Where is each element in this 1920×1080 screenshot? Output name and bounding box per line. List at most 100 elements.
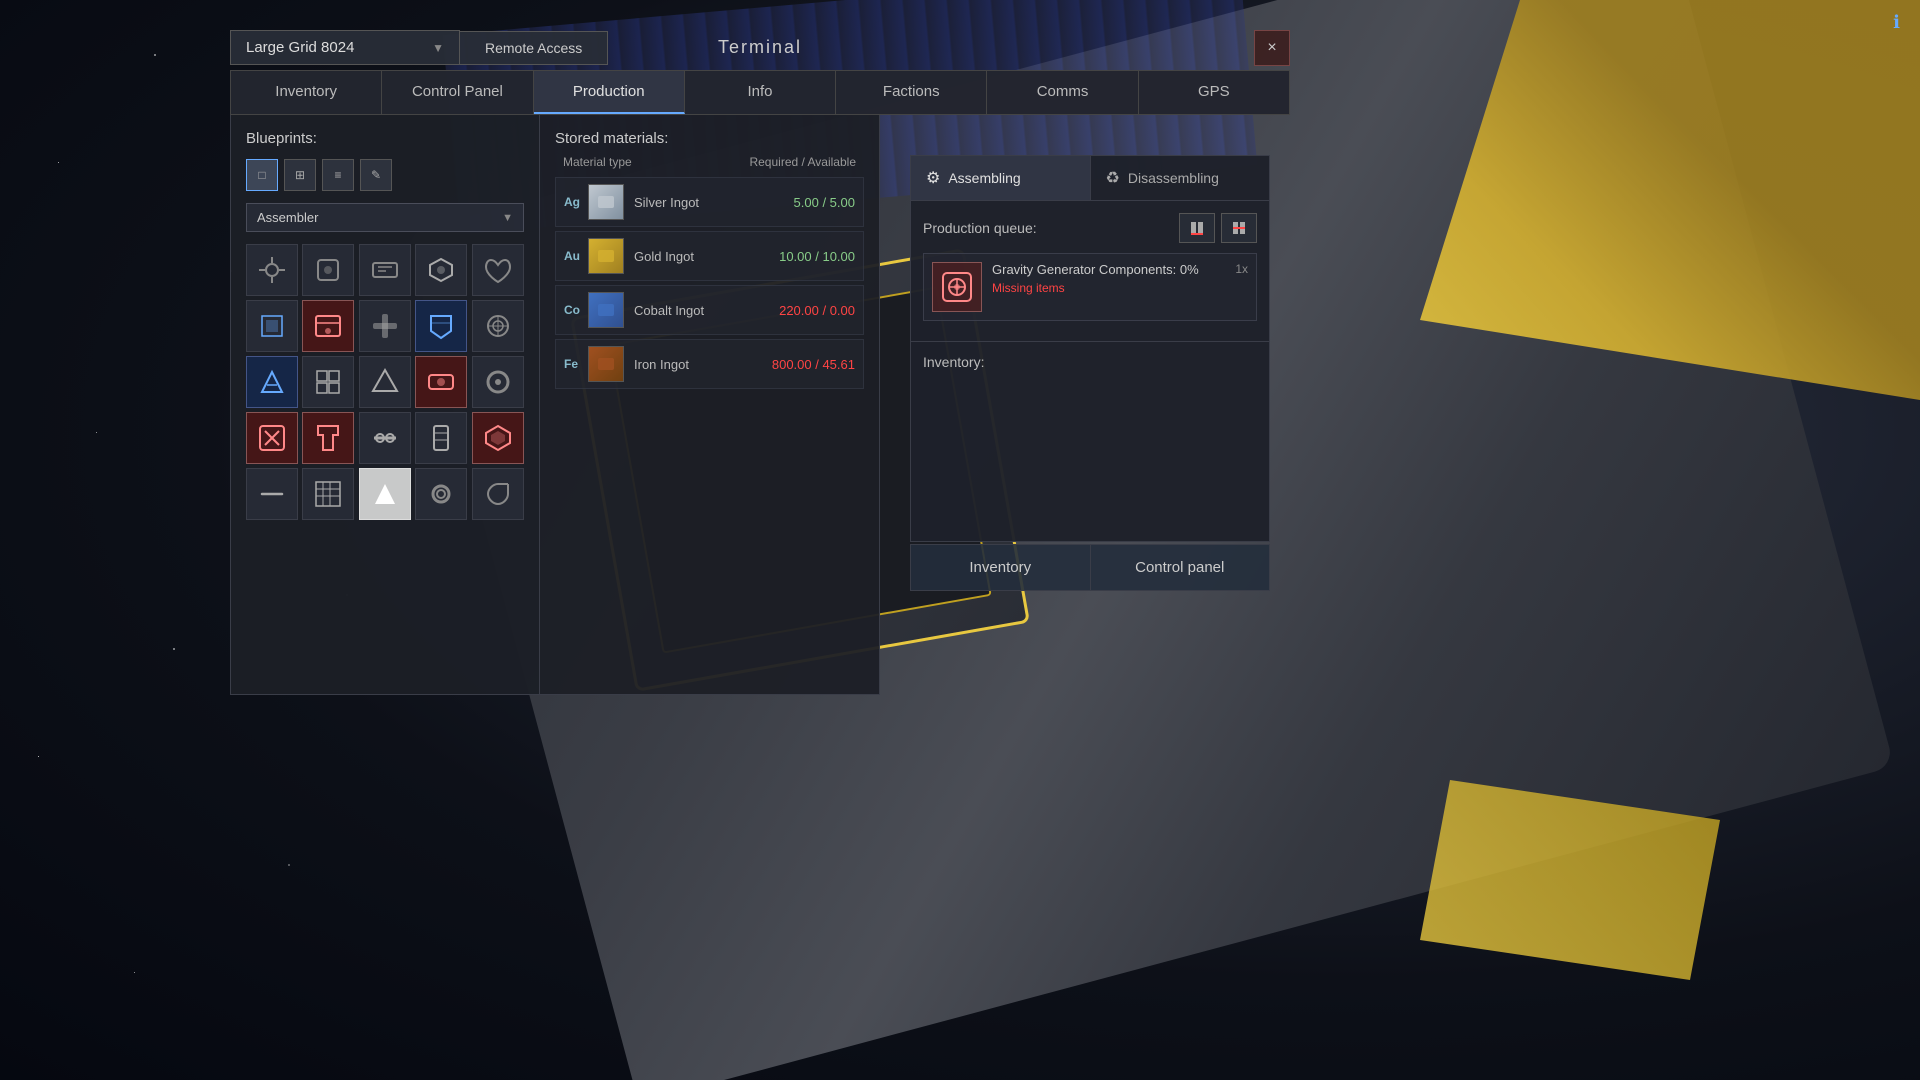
assembler-dropdown[interactable]: Assembler ▼ <box>246 203 524 232</box>
material-row-iron: Fe Iron Ingot 800.00 / 45.61 <box>555 339 864 389</box>
blueprint-item[interactable] <box>415 412 467 464</box>
tab-inventory[interactable]: Inventory <box>231 71 382 114</box>
material-symbol-fe: Fe <box>564 357 588 371</box>
blueprints-panel: Blueprints: □ ⊞ ≡ ✎ Assembler ▼ <box>230 115 540 695</box>
info-icon: ℹ <box>1893 12 1900 33</box>
blueprint-item[interactable] <box>472 244 524 296</box>
blueprint-item-white[interactable] <box>359 468 411 520</box>
tab-gps[interactable]: GPS <box>1139 71 1289 114</box>
blueprint-item[interactable] <box>246 412 298 464</box>
remote-access-button[interactable]: Remote Access <box>460 31 608 65</box>
blueprint-item[interactable] <box>415 356 467 408</box>
tab-comms[interactable]: Comms <box>987 71 1138 114</box>
queue-pause-btn[interactable] <box>1179 213 1215 243</box>
grid-selector[interactable]: Large Grid 8024 ▼ <box>230 30 460 65</box>
material-value-iron: 800.00 / 45.61 <box>772 357 855 372</box>
view-icons: □ ⊞ ≡ ✎ <box>246 159 524 191</box>
materials-table: Material type Required / Available Ag Si… <box>555 155 864 389</box>
material-row-gold: Au Gold Ingot 10.00 / 10.00 <box>555 231 864 281</box>
blueprint-item[interactable] <box>472 412 524 464</box>
col-required-available: Required / Available <box>749 155 856 169</box>
material-symbol-ag: Ag <box>564 195 588 209</box>
blueprint-item[interactable] <box>472 300 524 352</box>
queue-item-name: Gravity Generator Components: 0% <box>992 262 1225 277</box>
view-icon-grid[interactable]: □ <box>246 159 278 191</box>
disassembling-label: Disassembling <box>1128 170 1219 186</box>
inventory-section: Inventory: <box>910 342 1270 542</box>
queue-header: Production queue: <box>923 213 1257 243</box>
terminal-title: Terminal <box>718 37 802 58</box>
col-material-type: Material type <box>563 155 632 169</box>
material-name-iron: Iron Ingot <box>634 357 772 372</box>
material-icon-au <box>588 238 624 274</box>
blueprint-item[interactable] <box>246 300 298 352</box>
assembly-panel: ⚙ Assembling ♻ Disassembling Production … <box>910 155 1270 591</box>
queue-title: Production queue: <box>923 220 1037 236</box>
blueprint-item[interactable] <box>302 468 354 520</box>
queue-item-icon <box>932 262 982 312</box>
inventory-header: Inventory: <box>923 354 1257 370</box>
title-bar: Large Grid 8024 ▼ Remote Access Terminal… <box>230 30 1290 65</box>
stored-materials-panel: Stored materials: Material type Required… <box>540 115 880 695</box>
material-value-gold: 10.00 / 10.00 <box>779 249 855 264</box>
blueprint-item[interactable] <box>246 468 298 520</box>
material-symbol-co: Co <box>564 303 588 317</box>
queue-controls <box>1179 213 1257 243</box>
blueprint-item[interactable] <box>359 412 411 464</box>
blueprint-item[interactable] <box>359 356 411 408</box>
production-queue: Production queue: <box>910 201 1270 342</box>
material-symbol-au: Au <box>564 249 588 263</box>
blueprint-item[interactable] <box>246 356 298 408</box>
material-value-silver: 5.00 / 5.00 <box>794 195 855 210</box>
material-icon-ag <box>588 184 624 220</box>
view-icon-filter[interactable]: ✎ <box>360 159 392 191</box>
view-icon-compact[interactable]: ≡ <box>322 159 354 191</box>
blueprint-item[interactable] <box>415 468 467 520</box>
materials-table-header: Material type Required / Available <box>555 155 864 169</box>
blueprint-item[interactable] <box>415 244 467 296</box>
assembling-tab[interactable]: ⚙ Assembling <box>911 156 1091 200</box>
tab-factions[interactable]: Factions <box>836 71 987 114</box>
tab-production[interactable]: Production <box>534 71 685 114</box>
blueprint-item[interactable] <box>302 412 354 464</box>
disassembling-icon: ♻ <box>1106 168 1120 188</box>
blueprint-grid <box>246 244 524 520</box>
material-name-gold: Gold Ingot <box>634 249 779 264</box>
tab-info[interactable]: Info <box>685 71 836 114</box>
blueprint-item[interactable] <box>246 244 298 296</box>
blueprint-item[interactable] <box>302 356 354 408</box>
blueprint-item[interactable] <box>302 244 354 296</box>
inventory-button[interactable]: Inventory <box>910 544 1090 591</box>
grid-selector-arrow: ▼ <box>432 41 444 55</box>
material-row-cobalt: Co Cobalt Ingot 220.00 / 0.00 <box>555 285 864 335</box>
assembler-label: Assembler <box>257 210 502 225</box>
view-icon-list[interactable]: ⊞ <box>284 159 316 191</box>
blueprint-item[interactable] <box>472 356 524 408</box>
queue-item-count: 1x <box>1235 262 1248 276</box>
blueprint-item[interactable] <box>302 300 354 352</box>
assembling-icon: ⚙ <box>926 168 940 188</box>
assembly-tabs: ⚙ Assembling ♻ Disassembling <box>910 155 1270 201</box>
material-row-silver: Ag Silver Ingot 5.00 / 5.00 <box>555 177 864 227</box>
stored-materials-header: Stored materials: <box>555 130 864 147</box>
bottom-buttons: Inventory Control panel <box>910 544 1270 591</box>
queue-item-gravity-gen: Gravity Generator Components: 0% Missing… <box>923 253 1257 321</box>
material-name-cobalt: Cobalt Ingot <box>634 303 779 318</box>
blueprint-item[interactable] <box>359 300 411 352</box>
nav-tabs: Inventory Control Panel Production Info … <box>230 70 1290 115</box>
control-panel-button[interactable]: Control panel <box>1090 544 1271 591</box>
queue-clear-btn[interactable] <box>1221 213 1257 243</box>
material-name-silver: Silver Ingot <box>634 195 794 210</box>
material-icon-fe <box>588 346 624 382</box>
blueprints-header: Blueprints: <box>246 130 524 147</box>
disassembling-tab[interactable]: ♻ Disassembling <box>1091 156 1270 200</box>
close-button[interactable]: × <box>1254 30 1290 66</box>
assembling-label: Assembling <box>948 170 1020 186</box>
assembler-dropdown-arrow: ▼ <box>502 212 513 224</box>
blueprint-item[interactable] <box>472 468 524 520</box>
material-value-cobalt: 220.00 / 0.00 <box>779 303 855 318</box>
blueprint-item[interactable] <box>359 244 411 296</box>
material-icon-co <box>588 292 624 328</box>
blueprint-item[interactable] <box>415 300 467 352</box>
tab-control-panel[interactable]: Control Panel <box>382 71 533 114</box>
